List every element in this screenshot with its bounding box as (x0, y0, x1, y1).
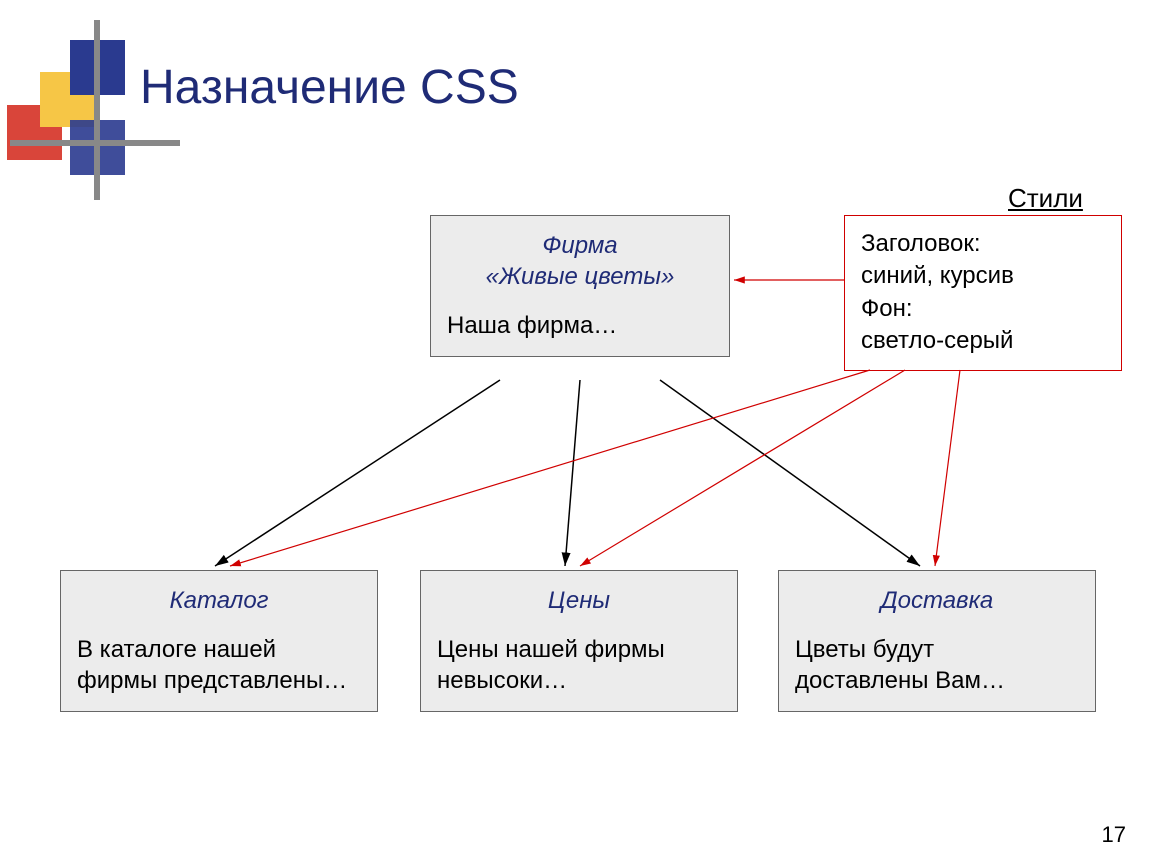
arrow-styles-to-delivery (935, 370, 960, 566)
child-heading-delivery: Доставка (795, 585, 1079, 616)
main-box-heading-line2: «Живые цветы» (486, 263, 675, 290)
child-body-catalog: В каталоге нашей фирмы представлены… (77, 634, 361, 696)
child-body-prices: Цены нашей фирмы невысоки… (437, 634, 721, 696)
arrow-layer (0, 0, 1150, 864)
styles-box: Заголовок: синий, курсив Фон: светло-сер… (844, 215, 1122, 371)
arrow-main-to-catalog (215, 380, 500, 566)
styles-label: Стили (1008, 183, 1083, 214)
child-box-prices: Цены Цены нашей фирмы невысоки… (420, 570, 738, 712)
child-body-delivery: Цветы будут доставлены Вам… (795, 634, 1079, 696)
child-box-catalog: Каталог В каталоге нашей фирмы представл… (60, 570, 378, 712)
main-box-body: Наша фирма… (447, 310, 713, 341)
arrow-main-to-delivery (660, 380, 920, 566)
styles-line2: синий, курсив (861, 262, 1014, 289)
child-box-delivery: Доставка Цветы будут доставлены Вам… (778, 570, 1096, 712)
page-number: 17 (1102, 822, 1126, 848)
main-box-heading-line1: Фирма (542, 232, 617, 259)
main-box-heading: Фирма «Живые цветы» (447, 230, 713, 292)
decor-cross-h (10, 140, 180, 146)
decor-cross-v (94, 20, 100, 200)
arrow-styles-to-prices (580, 370, 905, 566)
styles-line3: Фон: (861, 295, 913, 322)
main-box: Фирма «Живые цветы» Наша фирма… (430, 215, 730, 357)
slide-title: Назначение CSS (140, 60, 519, 115)
styles-line1: Заголовок: (861, 230, 981, 257)
arrow-styles-to-catalog (230, 370, 870, 566)
styles-line4: светло-серый (861, 327, 1013, 354)
child-heading-catalog: Каталог (77, 585, 361, 616)
slide: Назначение CSS Фирма «Живые цветы» Наша … (0, 0, 1150, 864)
child-heading-prices: Цены (437, 585, 721, 616)
arrow-main-to-prices (565, 380, 580, 566)
